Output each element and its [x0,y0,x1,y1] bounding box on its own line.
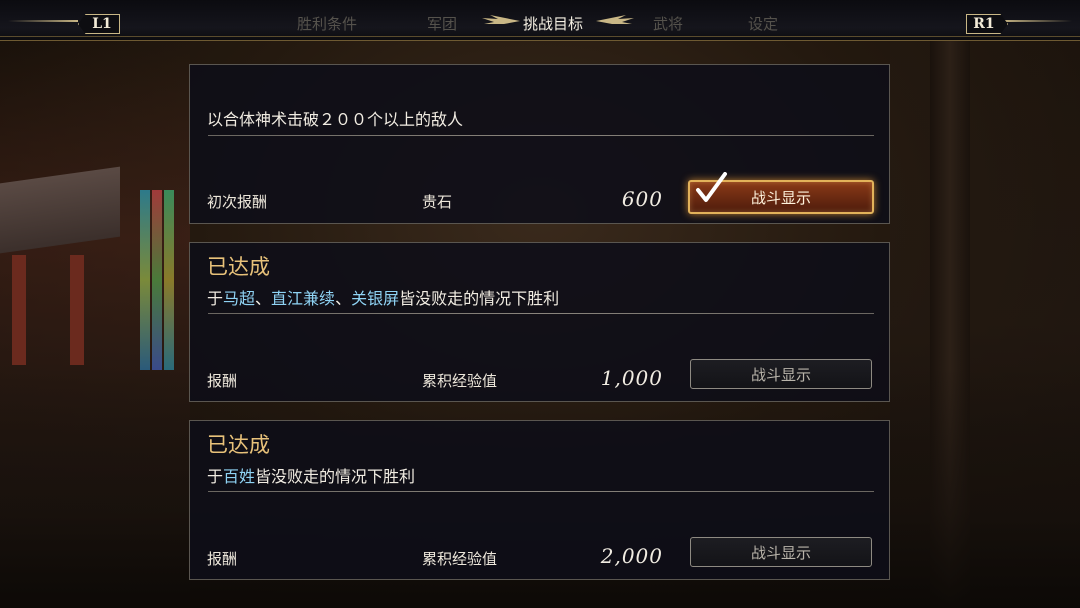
objective-text-part: 皆没败走的情况下胜利 [255,467,416,486]
reward-label: 初次报酬 [207,193,268,211]
officer-name: 马超 [223,289,256,308]
checkmark-icon [696,172,727,202]
objective-text: 于百姓皆没败走的情况下胜利 [207,463,415,487]
reward-item: 贵石 [422,193,453,211]
achieved-status: 已达成 [207,433,270,457]
banner [152,190,162,370]
officer-name: 直江兼续 [271,289,336,308]
pillar [12,255,26,365]
objective-text-part: 以合体神术击破２００个以上的敌人 [207,110,464,129]
objective-text: 于马超、直江兼续、关银屏皆没败走的情况下胜利 [207,285,559,309]
reward-label: 报酬 [207,550,238,568]
divider [208,491,874,492]
objective-text-part: 皆没败走的情况下胜利 [399,289,560,308]
officer-name: 关银屏 [351,289,400,308]
banner [164,190,174,370]
reward-item: 累积经验值 [422,372,498,390]
reward-value: 600 [621,187,663,211]
tab-army[interactable]: 军团 [427,13,457,34]
l1-button[interactable]: L1 [78,14,120,34]
r1-button[interactable]: R1 [966,14,1008,34]
left-ornament [8,20,78,22]
objective-panel: 已达成 于马超、直江兼续、关银屏皆没败走的情况下胜利 报酬 累积经验值 1,00… [189,242,890,402]
achieved-status: 已达成 [207,255,270,279]
objective-text-part: 于 [207,289,224,308]
battle-display-label: 战斗显示 [750,365,811,384]
divider [208,135,874,136]
divider [208,313,874,314]
objective-text-part: 、 [255,289,272,308]
tab-challenge-goals[interactable]: 挑战目标 [523,13,583,34]
tab-victory-conditions[interactable]: 胜利条件 [297,13,357,34]
reward-value: 1,000 [600,366,663,390]
unit-name: 百姓 [223,467,256,486]
pillar [70,255,84,365]
wing-right-icon [596,15,634,24]
reward-item: 累积经验值 [422,550,498,568]
battle-display-toggle[interactable]: 战斗显示 [690,537,872,567]
battle-display-label: 战斗显示 [750,188,811,207]
objective-text-part: 、 [335,289,352,308]
battle-display-toggle[interactable]: 战斗显示 [688,172,874,214]
tab-settings[interactable]: 设定 [748,13,778,34]
top-navigation-bar: L1 R1 胜利条件 军团 挑战目标 武将 设定 [0,0,1080,41]
battle-display-label: 战斗显示 [750,543,811,562]
roof-decoration [0,166,120,254]
right-ornament [1002,20,1072,22]
topbar-gold-line [0,36,1080,37]
objective-panel: 以合体神术击破２００个以上的敌人 初次报酬 贵石 600 战斗显示 [189,64,890,224]
reward-value: 2,000 [600,544,663,568]
objective-panel: 已达成 于百姓皆没败走的情况下胜利 报酬 累积经验值 2,000 战斗显示 [189,420,890,580]
battle-display-toggle[interactable]: 战斗显示 [690,359,872,389]
wing-left-icon [482,15,520,24]
objective-text: 以合体神术击破２００个以上的敌人 [207,106,463,130]
reward-label: 报酬 [207,372,238,390]
tab-officers[interactable]: 武将 [653,13,683,34]
objective-text-part: 于 [207,467,224,486]
banner [140,190,150,370]
